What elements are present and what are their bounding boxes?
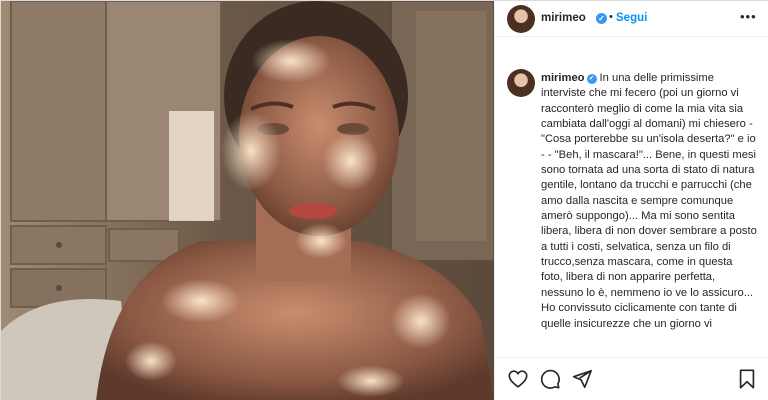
follow-button[interactable]: Segui xyxy=(616,12,647,24)
avatar[interactable] xyxy=(507,5,535,33)
caption-body: In una delle primissime interviste che m… xyxy=(541,72,757,330)
comment-icon[interactable] xyxy=(539,368,561,390)
header-username[interactable]: mirimeo xyxy=(541,12,586,24)
paper-plane-icon[interactable] xyxy=(571,368,593,390)
caption-avatar[interactable] xyxy=(507,69,535,97)
verified-badge-icon: ✓ xyxy=(596,13,607,24)
verified-badge-icon: ✓ xyxy=(586,74,597,84)
separator-dot: • xyxy=(609,11,613,23)
portrait-photo-image xyxy=(1,1,494,400)
caption-text: mirimeo ✓ In una delle primissime intervis… xyxy=(541,71,757,332)
post-photo[interactable] xyxy=(1,1,494,400)
post-side-panel: mirimeo ✓ • Segui ••• mirimeo ✓ In una del… xyxy=(494,1,768,400)
more-options-icon[interactable]: ••• xyxy=(740,9,757,24)
instagram-post: mirimeo ✓ • Segui ••• mirimeo ✓ In una del… xyxy=(0,0,768,400)
heart-icon[interactable] xyxy=(507,368,529,390)
caption-area: mirimeo ✓ In una delle primissime intervis… xyxy=(495,59,768,357)
post-header: mirimeo ✓ • Segui ••• xyxy=(495,1,768,37)
bookmark-icon[interactable] xyxy=(736,368,758,390)
action-bar xyxy=(495,357,768,400)
caption-username[interactable]: mirimeo xyxy=(541,72,585,84)
